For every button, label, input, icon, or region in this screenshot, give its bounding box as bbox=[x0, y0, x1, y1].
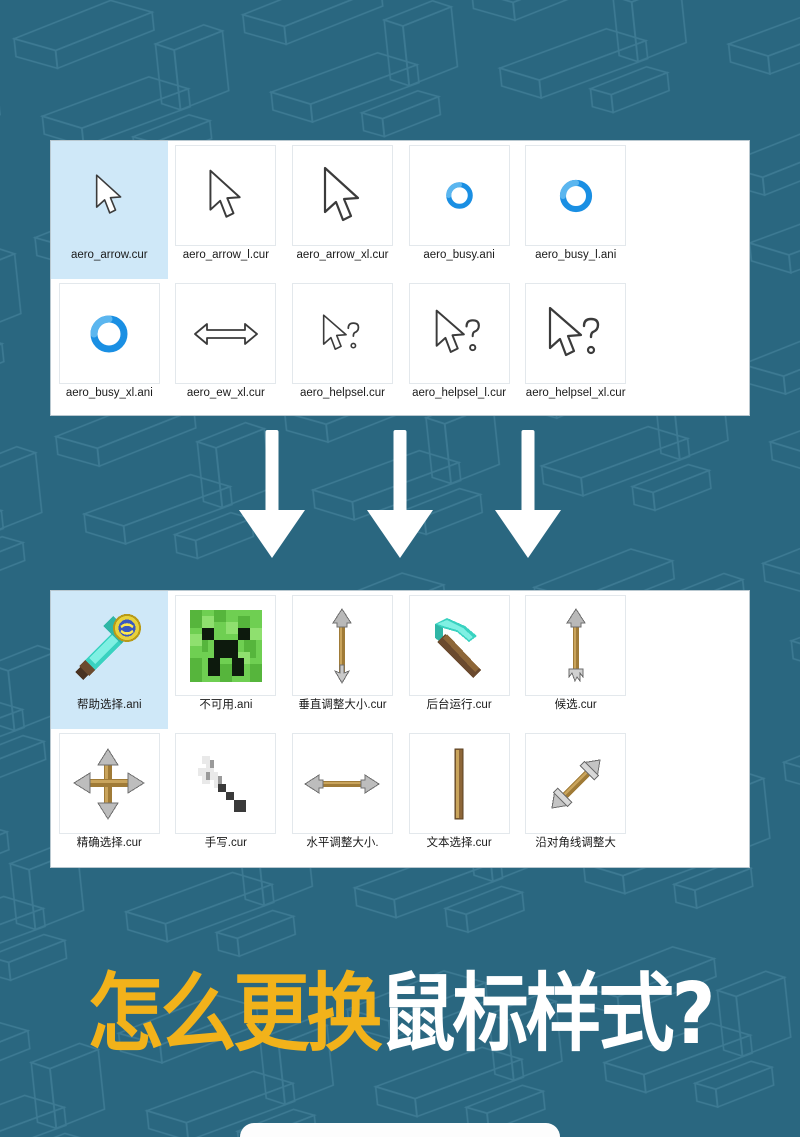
busy-ring-icon bbox=[525, 145, 627, 246]
cursor-item-label: 精确选择.cur bbox=[76, 837, 142, 849]
pixel-quill-icon bbox=[175, 733, 277, 834]
cursor-item[interactable]: aero_busy.ani bbox=[400, 141, 518, 279]
cursor-item[interactable]: 移动.cur bbox=[168, 867, 285, 868]
cursor-item-label: aero_busy.ani bbox=[423, 249, 495, 261]
diagonal-arrow-nwse-icon bbox=[525, 733, 627, 834]
cursor-item[interactable]: aero_helpsel_xl.cur bbox=[517, 279, 634, 415]
cursor-item-label: 后台运行.cur bbox=[426, 699, 492, 711]
cursor-item-label: 候选.cur bbox=[554, 699, 597, 711]
cursor-item-label: 水平调整大小. bbox=[306, 837, 379, 849]
diamond-pickaxe-icon bbox=[408, 595, 510, 696]
cursor-item-label: aero_helpsel_xl.cur bbox=[525, 387, 626, 399]
page-title-part1: 怎么更换 bbox=[87, 963, 382, 1064]
cursor-item-label: aero_busy_l.ani bbox=[535, 249, 617, 261]
cursor-item-label: aero_arrow_l.cur bbox=[182, 249, 270, 261]
cursor-item[interactable]: 沿对角线调整大 bbox=[517, 729, 634, 867]
arrow-band bbox=[0, 430, 800, 570]
cursor-item[interactable]: 后台运行.cur bbox=[400, 591, 518, 729]
cursor-item-label: 不可用.ani bbox=[199, 699, 253, 711]
cursor-item-label: 沿对角线调整大 bbox=[535, 837, 616, 849]
cursor-item[interactable]: 文本选择.cur bbox=[400, 729, 518, 867]
cursor-item[interactable]: 手写.cur bbox=[167, 729, 285, 867]
default-cursor-panel[interactable]: aero_arrow.cur aero_arrow_l.cur aero_arr… bbox=[50, 140, 750, 416]
cursor-item-label: aero_busy_xl.ani bbox=[65, 387, 153, 399]
transition-arrow bbox=[495, 430, 561, 558]
cursor-item[interactable]: 沿对角线调整大 bbox=[51, 867, 168, 868]
horizontal-arrow-stick-icon bbox=[291, 733, 393, 834]
busy-ring-icon bbox=[408, 145, 510, 246]
horizontal-resize-icon bbox=[175, 283, 277, 384]
cursor-item[interactable]: 候选.cur bbox=[517, 591, 634, 729]
cursor-item-label: aero_arrow.cur bbox=[52, 249, 167, 263]
cursor-item[interactable]: 水平调整大小. bbox=[284, 729, 401, 867]
help-select-cursor-icon bbox=[408, 283, 510, 384]
cursor-item[interactable]: 垂直调整大小.cur bbox=[284, 591, 401, 729]
cursor-item[interactable]: aero_arrow_xl.cur bbox=[284, 141, 401, 279]
arrow-cursor-icon bbox=[175, 145, 277, 246]
next-section-card[interactable] bbox=[240, 1123, 560, 1137]
cursor-item-label: aero_ew_xl.cur bbox=[186, 387, 265, 399]
four-way-arrow-icon bbox=[58, 733, 160, 834]
cursor-item-label: 帮助选择.ani bbox=[52, 699, 167, 713]
cursor-item[interactable]: 不可用.ani bbox=[167, 591, 285, 729]
custom-cursor-panel[interactable]: 帮助选择.ani 不可用.ani 垂直调整大小.cur 后台运行.cur 候选.… bbox=[50, 590, 750, 868]
cursor-item[interactable]: aero_helpsel.cur bbox=[284, 279, 401, 415]
cursor-item-label: aero_helpsel_l.cur bbox=[412, 387, 507, 399]
cursor-item[interactable]: aero_ew_xl.cur bbox=[167, 279, 285, 415]
arrow-cursor-icon bbox=[291, 145, 393, 246]
diamond-sword-icon bbox=[58, 595, 160, 696]
wood-beam-ibeam-icon bbox=[408, 733, 510, 834]
cursor-item[interactable]: 帮助选择.ani bbox=[51, 591, 168, 729]
cursor-item-label: 手写.cur bbox=[204, 837, 247, 849]
up-arrow-stick-icon bbox=[525, 595, 627, 696]
page-title-part2: 鼠标样式? bbox=[379, 963, 715, 1064]
cursor-item-label: 文本选择.cur bbox=[426, 837, 492, 849]
help-select-cursor-icon bbox=[525, 283, 627, 384]
transition-arrow bbox=[367, 430, 433, 558]
help-select-cursor-icon bbox=[291, 283, 393, 384]
transition-arrow bbox=[239, 430, 305, 558]
cursor-item[interactable]: aero_busy_xl.ani bbox=[51, 279, 168, 415]
cursor-item[interactable]: aero_arrow_l.cur bbox=[167, 141, 285, 279]
creeper-face-icon bbox=[175, 595, 277, 696]
cursor-item-label: 垂直调整大小.cur bbox=[298, 699, 387, 711]
cursor-item[interactable]: aero_busy_l.ani bbox=[517, 141, 634, 279]
cursor-item-label: aero_helpsel.cur bbox=[299, 387, 385, 399]
cursor-item[interactable]: 精确选择.cur bbox=[51, 729, 168, 867]
arrow-cursor-icon bbox=[58, 145, 160, 246]
busy-ring-icon bbox=[58, 283, 160, 384]
cursor-item[interactable]: aero_arrow.cur bbox=[51, 141, 168, 279]
vertical-arrow-stick-icon bbox=[291, 595, 393, 696]
cursor-item-label: aero_arrow_xl.cur bbox=[296, 249, 389, 261]
page-title: 怎么更换 鼠标样式? bbox=[0, 963, 800, 1064]
cursor-item[interactable]: aero_helpsel_l.cur bbox=[400, 279, 518, 415]
